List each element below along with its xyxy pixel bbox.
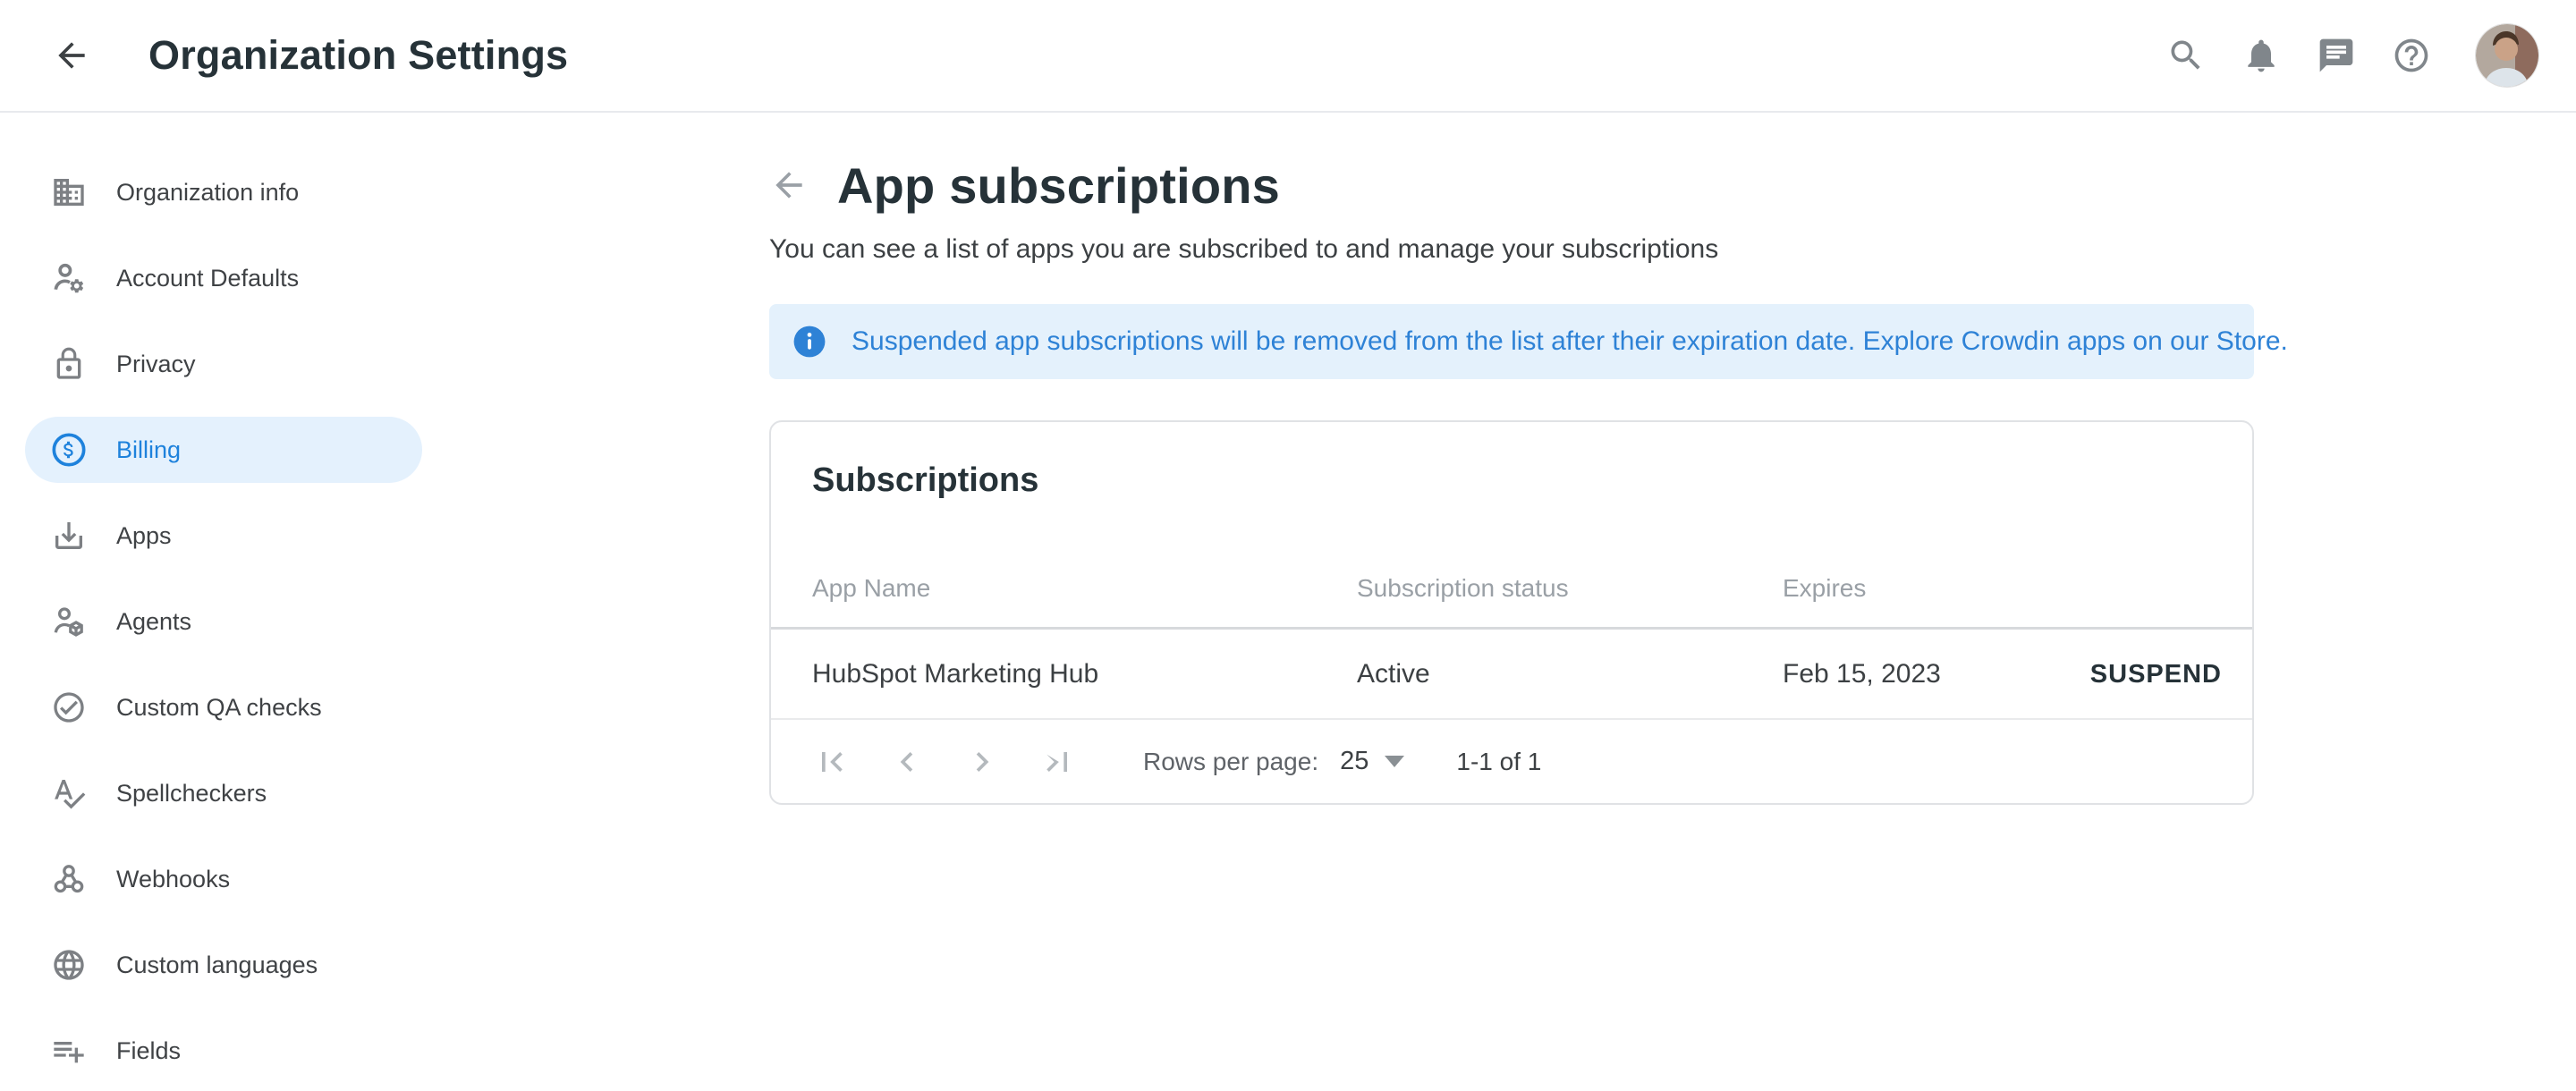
help-icon[interactable] bbox=[2392, 36, 2431, 75]
spellcheck-icon bbox=[51, 775, 87, 811]
chevron-right-icon[interactable] bbox=[962, 742, 1002, 782]
column-header-expires: Expires bbox=[1783, 574, 2087, 603]
page-subtitle: You can see a list of apps you are subsc… bbox=[769, 234, 1718, 265]
globe-icon bbox=[51, 947, 87, 983]
content-back-arrow-icon[interactable] bbox=[769, 165, 809, 205]
notifications-bell-icon[interactable] bbox=[2241, 36, 2281, 75]
pagination-range-label: 1-1 of 1 bbox=[1456, 748, 1541, 776]
rows-per-page-value[interactable]: 25 bbox=[1340, 747, 1368, 776]
dollar-circle-icon bbox=[51, 432, 87, 468]
first-page-icon[interactable] bbox=[812, 742, 852, 782]
info-banner: Suspended app subscriptions will be remo… bbox=[769, 304, 2254, 379]
sidebar-item-label: Agents bbox=[116, 608, 191, 636]
sidebar-item-agents[interactable]: Agents bbox=[25, 588, 422, 655]
playlist-add-icon bbox=[51, 1033, 87, 1069]
app-header: Organization Settings bbox=[0, 0, 2576, 113]
sidebar-item-custom-qa-checks[interactable]: Custom QA checks bbox=[25, 674, 422, 740]
sidebar-item-spellcheckers[interactable]: Spellcheckers bbox=[25, 760, 422, 826]
subscriptions-card: Subscriptions App Name Subscription stat… bbox=[769, 420, 2254, 805]
search-icon[interactable] bbox=[2166, 36, 2206, 75]
sidebar-item-label: Fields bbox=[116, 1037, 181, 1065]
sidebar-item-label: Privacy bbox=[116, 351, 196, 378]
cell-subscription-status: Active bbox=[1357, 659, 1783, 689]
rows-per-page-label: Rows per page: bbox=[1143, 748, 1318, 776]
header-back-arrow-icon[interactable] bbox=[52, 36, 91, 75]
sidebar-item-label: Custom QA checks bbox=[116, 694, 322, 722]
rows-per-page-dropdown-icon[interactable] bbox=[1385, 756, 1404, 767]
table-header-row: App Name Subscription status Expires bbox=[812, 563, 2222, 613]
sidebar-item-label: Spellcheckers bbox=[116, 780, 267, 808]
sidebar-item-fields[interactable]: Fields bbox=[25, 1018, 422, 1084]
last-page-icon[interactable] bbox=[1038, 742, 1077, 782]
sidebar-item-billing[interactable]: Billing bbox=[25, 417, 422, 483]
webhook-icon bbox=[51, 861, 87, 897]
download-icon bbox=[51, 518, 87, 554]
info-icon bbox=[792, 325, 826, 359]
user-avatar[interactable] bbox=[2476, 24, 2538, 87]
lock-icon bbox=[51, 346, 87, 382]
subscriptions-card-title: Subscriptions bbox=[812, 461, 1038, 500]
sidebar-item-webhooks[interactable]: Webhooks bbox=[25, 846, 422, 912]
suspend-button[interactable]: SUSPEND bbox=[2090, 660, 2222, 689]
column-header-app-name: App Name bbox=[812, 574, 1357, 603]
cell-action: SUSPEND bbox=[2087, 659, 2222, 689]
page-header-title: Organization Settings bbox=[148, 32, 568, 79]
sidebar-item-organization-info[interactable]: Organization info bbox=[25, 159, 422, 225]
sidebar-item-label: Account Defaults bbox=[116, 265, 299, 292]
cell-expires: Feb 15, 2023 bbox=[1783, 659, 2087, 689]
sidebar-item-label: Billing bbox=[116, 436, 181, 464]
sidebar-item-label: Webhooks bbox=[116, 866, 230, 893]
sidebar-item-label: Custom languages bbox=[116, 951, 318, 979]
person-cube-icon bbox=[51, 604, 87, 639]
settings-sidebar: Organization info Account Defaults Priva… bbox=[0, 114, 461, 1091]
check-circle-icon bbox=[51, 689, 87, 725]
building-icon bbox=[51, 174, 87, 210]
sidebar-item-custom-languages[interactable]: Custom languages bbox=[25, 932, 422, 998]
table-row: HubSpot Marketing Hub Active Feb 15, 202… bbox=[812, 630, 2222, 718]
sidebar-item-account-defaults[interactable]: Account Defaults bbox=[25, 245, 422, 311]
sidebar-item-label: Organization info bbox=[116, 179, 299, 207]
cell-app-name: HubSpot Marketing Hub bbox=[812, 659, 1357, 689]
person-gear-icon bbox=[51, 260, 87, 296]
page-title-row: App subscriptions bbox=[769, 143, 1280, 227]
chevron-left-icon[interactable] bbox=[887, 742, 927, 782]
page-title: App subscriptions bbox=[837, 156, 1280, 215]
messages-chat-icon[interactable] bbox=[2317, 36, 2356, 75]
header-actions bbox=[2166, 24, 2538, 87]
column-header-subscription-status: Subscription status bbox=[1357, 574, 1783, 603]
info-banner-text[interactable]: Suspended app subscriptions will be remo… bbox=[852, 326, 2288, 357]
pagination-bar: Rows per page: 25 1-1 of 1 bbox=[812, 720, 2222, 803]
sidebar-item-label: Apps bbox=[116, 522, 172, 550]
sidebar-item-privacy[interactable]: Privacy bbox=[25, 331, 422, 397]
sidebar-item-apps[interactable]: Apps bbox=[25, 503, 422, 569]
